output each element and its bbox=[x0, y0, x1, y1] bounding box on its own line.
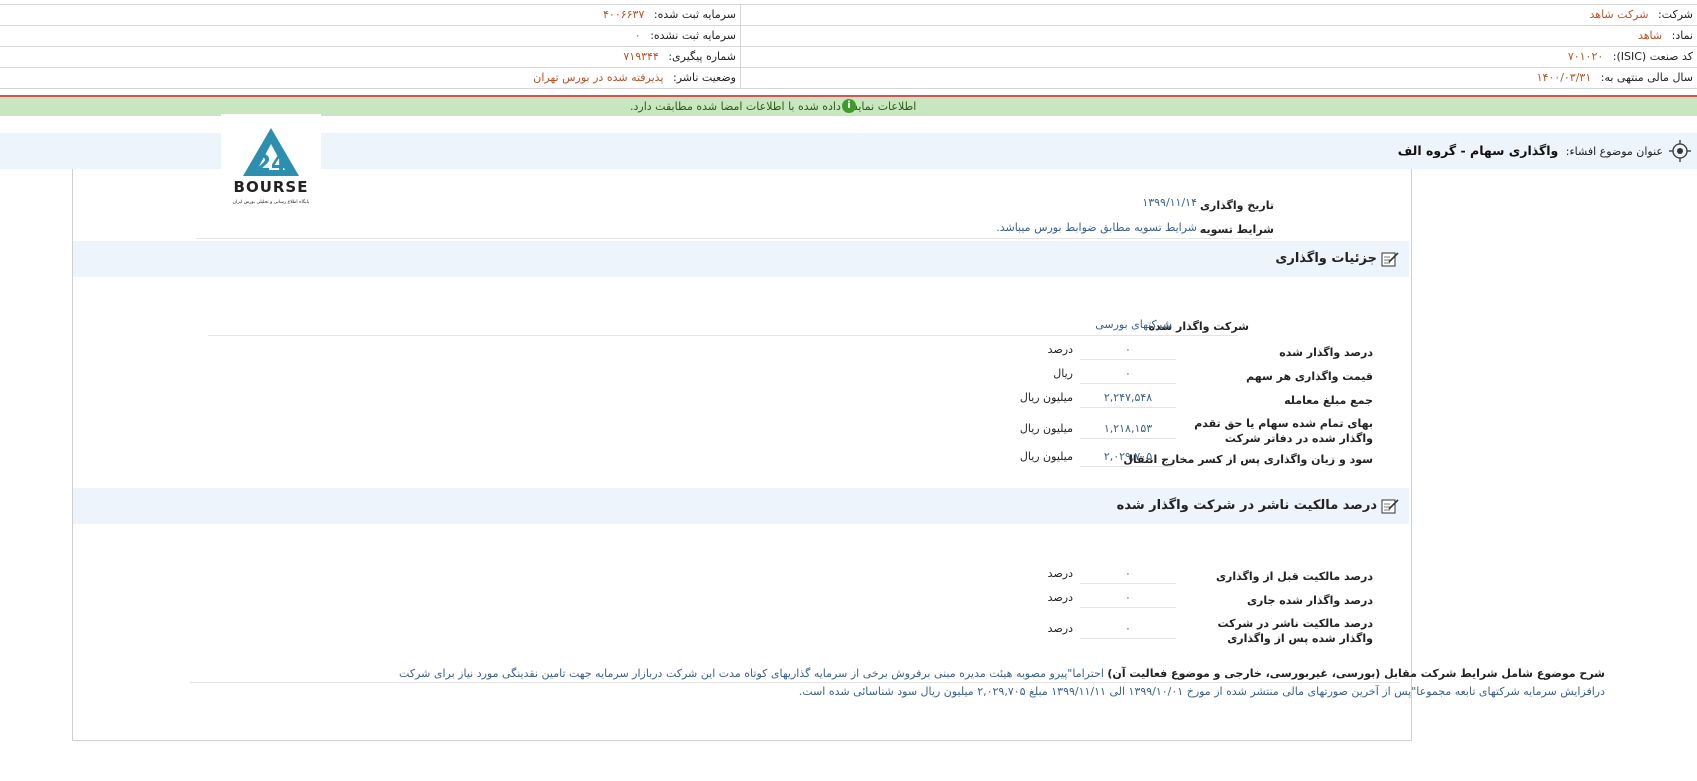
subject-title: عنوان موضوع افشاء: واگذاری سهام - گروه ا… bbox=[1398, 133, 1663, 170]
reg-capital-cell: سرمایه ثبت شده: ۴۰۰۶۶۳۷ bbox=[0, 5, 741, 25]
fiscal-value: ۱۴۰۰/۰۳/۳۱ bbox=[1536, 71, 1592, 84]
header-row-1: شرکت: شرکت شاهد سرمایه ثبت شده: ۴۰۰۶۶۳۷ bbox=[0, 5, 1697, 26]
row-unit: درصد bbox=[1047, 567, 1073, 580]
fiscal-label: سال مالی منتهی به: bbox=[1600, 71, 1693, 84]
row-unit: میلیون ریال bbox=[1019, 450, 1073, 463]
description-label: شرح موضوع شامل شرایط شرکت مقابل (بورسی، … bbox=[1107, 667, 1605, 680]
tracking-value: ۷۱۹۳۴۴ bbox=[623, 50, 659, 63]
isic-label: کد صنعت (ISIC): bbox=[1612, 50, 1693, 63]
notice-text: اطلاعات نمایش داده شده با اطلاعات امضا ش… bbox=[630, 100, 917, 113]
row-value: ۰ bbox=[1125, 343, 1131, 356]
row-unit: درصد bbox=[1047, 591, 1073, 604]
verification-notice: اطلاعات نمایش داده شده با اطلاعات امضا ش… bbox=[0, 95, 1697, 116]
company-cell: شرکت: شرکت شاهد bbox=[742, 5, 1697, 25]
row-value-underline bbox=[1080, 607, 1176, 608]
row-value-underline bbox=[1080, 638, 1176, 639]
bourse-logo: 24 BOURSE پایگاه اطلاع رسانی و تحلیلی بو… bbox=[221, 114, 321, 208]
row-value: ۰ bbox=[1125, 367, 1131, 380]
header-row-4: سال مالی منتهی به: ۱۴۰۰/۰۳/۳۱ وضعیت ناشر… bbox=[0, 68, 1697, 89]
header-row-3: کد صنعت (ISIC): ۷۰۱۰۲۰ شماره پیگیری: ۷۱۹… bbox=[0, 47, 1697, 68]
header-row-2: نماد: شاهد سرمایه ثبت نشده: ۰ bbox=[0, 26, 1697, 47]
row-label: درصد واگذار شده bbox=[1279, 346, 1373, 359]
target-icon bbox=[1669, 140, 1691, 162]
symbol-value: شاهد bbox=[1637, 29, 1663, 42]
status-label: وضعیت ناشر: bbox=[673, 71, 736, 84]
fiscal-cell: سال مالی منتهی به: ۱۴۰۰/۰۳/۳۱ bbox=[742, 68, 1697, 88]
row-label: بهای تمام شده سهام یا حق تقدم واگذار شده… bbox=[1194, 417, 1373, 445]
subject-title-label: عنوان موضوع افشاء: bbox=[1565, 145, 1663, 158]
row-value-underline bbox=[1080, 383, 1176, 384]
ownership-section-title: درصد مالکیت ناشر در شرکت واگذار شده bbox=[1116, 498, 1377, 513]
subject-title-value: واگذاری سهام - گروه الف bbox=[1397, 143, 1559, 158]
edit-note-icon bbox=[1381, 499, 1399, 514]
logo-text: BOURSE bbox=[234, 178, 309, 196]
tracking-label: شماره پیگیری: bbox=[668, 50, 736, 63]
row-unit: درصد bbox=[1047, 622, 1073, 635]
unreg-capital-cell: سرمایه ثبت نشده: ۰ bbox=[0, 26, 741, 46]
row-value: ۰ bbox=[1125, 591, 1131, 604]
description-block: شرح موضوع شامل شرایط شرکت مقابل (بورسی، … bbox=[395, 665, 1605, 701]
isic-cell: کد صنعت (ISIC): ۷۰۱۰۲۰ bbox=[742, 47, 1697, 67]
tracking-cell: شماره پیگیری: ۷۱۹۳۴۴ bbox=[0, 47, 741, 67]
row-value: ۱,۲۱۸,۱۵۳ bbox=[1103, 422, 1153, 435]
status-value: پذیرفته شده در بورس تهران bbox=[533, 71, 664, 84]
row-unit: میلیون ریال bbox=[1019, 391, 1073, 404]
details-section-title: جزئیات واگذاری bbox=[1275, 251, 1377, 266]
details-section-header: جزئیات واگذاری bbox=[73, 241, 1409, 277]
row-unit: درصد bbox=[1047, 343, 1073, 356]
row-unit: میلیون ریال bbox=[1019, 422, 1073, 435]
row-value: ۲,۰۲۹,۷۰۵ bbox=[1103, 450, 1153, 463]
settle-value: شرایط تسویه مطابق ضوابط بورس میباشد. bbox=[996, 221, 1197, 234]
description-divider bbox=[190, 682, 1400, 683]
date-label: تاریخ واگذاری bbox=[1199, 199, 1274, 212]
general-divider bbox=[196, 238, 1272, 239]
row-value-underline bbox=[1080, 583, 1176, 584]
isic-value: ۷۰۱۰۲۰ bbox=[1567, 50, 1604, 63]
assigned-company-value: شرکتهای بورسی bbox=[1095, 318, 1172, 331]
row-label: جمع مبلغ معامله bbox=[1284, 394, 1373, 407]
company-value: شرکت شاهد bbox=[1589, 8, 1649, 21]
status-cell: وضعیت ناشر: پذیرفته شده در بورس تهران bbox=[0, 68, 741, 88]
bourse-logo-mark: 24 BOURSE پایگاه اطلاع رسانی و تحلیلی بو… bbox=[233, 128, 310, 205]
symbol-cell: نماد: شاهد bbox=[742, 26, 1697, 46]
reg-capital-value: ۴۰۰۶۶۳۷ bbox=[603, 8, 645, 21]
row-value: ۰ bbox=[1125, 567, 1131, 580]
unreg-capital-label: سرمایه ثبت نشده: bbox=[650, 29, 736, 42]
unreg-capital-value: ۰ bbox=[634, 29, 641, 42]
logo-caption: پایگاه اطلاع رسانی و تحلیلی بورس ایران bbox=[233, 198, 310, 205]
details-divider bbox=[208, 335, 1238, 336]
settle-label: شرایط تسویه bbox=[1199, 223, 1274, 236]
row-label: سود و زیان واگذاری پس از کسر مخارج انتقا… bbox=[1123, 453, 1373, 466]
row-value-underline bbox=[1080, 466, 1176, 467]
date-value: ۱۳۹۹/۱۱/۱۴ bbox=[1142, 196, 1197, 209]
row-label: درصد مالکیت قبل از واگذاری bbox=[1215, 570, 1373, 583]
company-label: شرکت: bbox=[1657, 8, 1693, 21]
row-value: ۲,۲۴۷,۵۴۸ bbox=[1103, 391, 1153, 404]
row-label: درصد واگذار شده جاری bbox=[1246, 594, 1373, 607]
ownership-section-header: درصد مالکیت ناشر در شرکت واگذار شده bbox=[73, 488, 1409, 524]
row-unit: ریال bbox=[1053, 367, 1073, 380]
row-value: ۰ bbox=[1125, 622, 1131, 635]
logo-number: 24 bbox=[256, 152, 287, 177]
row-label: درصد مالکیت ناشر در شرکت واگذار شده پس ا… bbox=[1217, 617, 1373, 645]
reg-capital-label: سرمایه ثبت شده: bbox=[653, 8, 736, 21]
edit-note-icon bbox=[1381, 252, 1399, 267]
row-value-underline bbox=[1080, 407, 1176, 408]
row-label: قیمت واگذاری هر سهم bbox=[1246, 370, 1373, 383]
row-value-underline bbox=[1080, 359, 1176, 360]
symbol-label: نماد: bbox=[1671, 29, 1693, 42]
info-icon: i bbox=[842, 99, 856, 113]
row-value-underline bbox=[1080, 438, 1176, 439]
